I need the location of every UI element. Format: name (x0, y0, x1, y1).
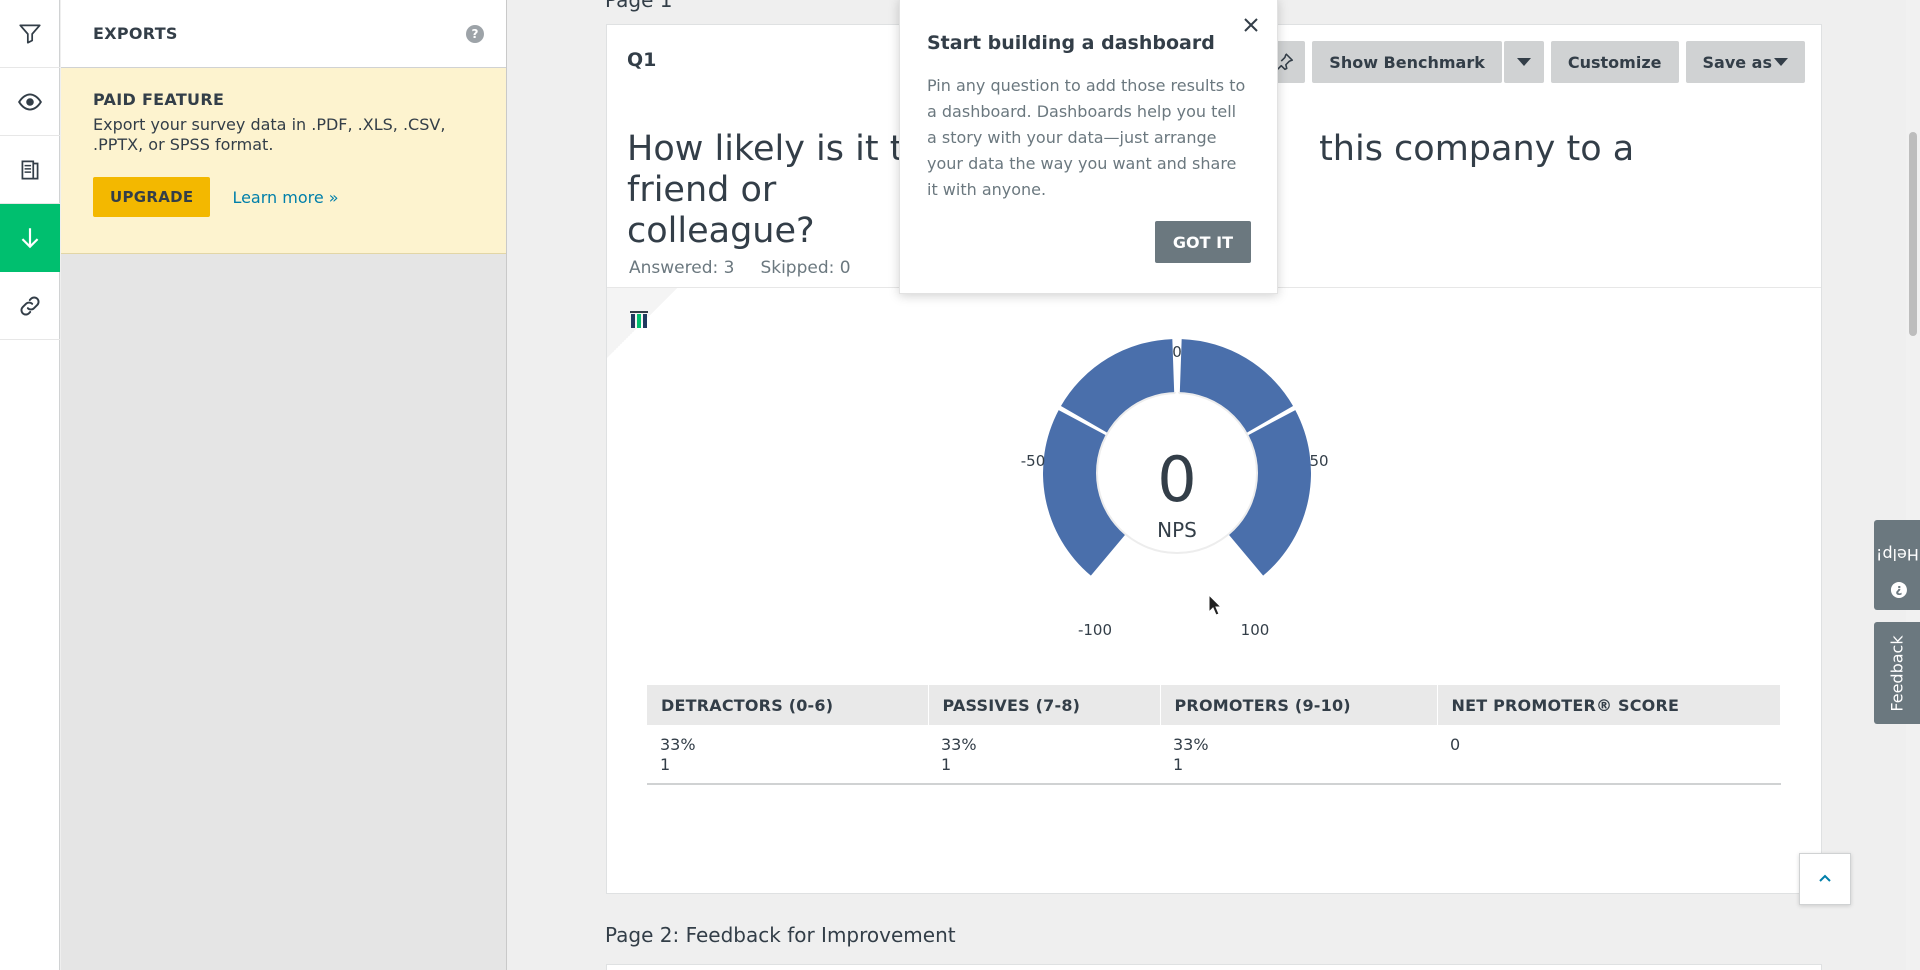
skipped-count: Skipped: 0 (760, 258, 851, 278)
question-text-line2: colleague? (627, 211, 815, 251)
benchmark-dropdown-button[interactable] (1503, 41, 1544, 83)
nps-score-label: NPS (1157, 518, 1197, 542)
popover-body: Pin any question to add those results to… (927, 76, 1246, 199)
upgrade-button[interactable]: UPGRADE (93, 177, 211, 217)
filter-button[interactable] (0, 0, 60, 68)
download-icon (21, 228, 39, 249)
cell-percent: 33% (1173, 735, 1209, 754)
book-icon (21, 159, 39, 180)
view-button[interactable] (0, 68, 60, 136)
answered-count: Answered: 3 (629, 258, 735, 278)
scrollbar[interactable] (1906, 0, 1920, 970)
help-icon[interactable]: ? (466, 24, 484, 43)
exports-button[interactable] (0, 204, 60, 272)
help-question-icon: ? (1890, 581, 1907, 598)
panel-title: EXPORTS (93, 24, 178, 43)
cell-percent: 33% (941, 735, 977, 754)
question-number: Q1 (627, 49, 657, 71)
learn-more-link[interactable]: Learn more » (232, 188, 338, 207)
help-tab[interactable]: ? Help! (1874, 520, 1920, 610)
icon-rail (0, 0, 60, 970)
column-header: PROMOTERS (9-10) (1160, 685, 1438, 725)
tick-label-0: 0 (1172, 343, 1182, 361)
cell-percent: 0 (1450, 735, 1461, 754)
eye-icon (18, 92, 42, 111)
popover-title: Start building a dashboard (927, 32, 1215, 54)
chevron-down-icon (1774, 58, 1788, 66)
column-header: NET PROMOTER® SCORE (1437, 685, 1781, 725)
tick-label-50: 50 (1309, 452, 1328, 470)
table-header-row: DETRACTORS (0-6) PASSIVES (7-8) PROMOTER… (647, 685, 1781, 725)
page-1-label: Page 1 (605, 0, 673, 12)
customize-button[interactable]: Customize (1550, 41, 1679, 83)
panel-header: EXPORTS ? (61, 0, 506, 68)
saved-views-button[interactable] (0, 136, 60, 204)
response-meta: Answered: 3 Skipped: 0 (629, 258, 851, 278)
table-cell: 33% 1 (1160, 725, 1437, 785)
save-as-button[interactable]: Save as (1685, 41, 1805, 83)
filter-icon (19, 23, 41, 44)
save-as-label: Save as (1702, 52, 1773, 72)
paid-feature-description: Export your survey data in .PDF, .XLS, .… (93, 115, 446, 154)
question-card-2 (606, 964, 1822, 970)
cell-count: 1 (941, 755, 952, 774)
show-benchmark-button[interactable]: Show Benchmark (1312, 41, 1502, 83)
help-tab-label: ? Help! (1876, 533, 1918, 598)
feedback-tab-label: Feedback (1887, 634, 1907, 712)
link-icon (20, 296, 40, 315)
cell-percent: 33% (660, 735, 696, 754)
column-header: DETRACTORS (0-6) (647, 685, 929, 725)
tick-label-100: 100 (1241, 621, 1270, 639)
paid-feature-box: PAID FEATURE Export your survey data in … (61, 68, 506, 254)
tick-label-neg100: -100 (1078, 621, 1112, 639)
chevron-up-icon (1819, 874, 1831, 882)
page-2-label: Page 2: Feedback for Improvement (605, 923, 956, 947)
got-it-button[interactable]: GOT IT (1154, 221, 1251, 263)
chart-type-badge[interactable] (607, 288, 677, 358)
help-tab-text: Help! (1875, 544, 1919, 564)
table-cell: 0 (1437, 725, 1781, 785)
table-row: 33% 1 33% 1 33% 1 0 (647, 725, 1781, 785)
scroll-to-top-button[interactable] (1799, 853, 1851, 905)
dashboard-popover: Start building a dashboard Pin any quest… (899, 0, 1278, 294)
question-toolbar: Show Benchmark Customize Save as (1263, 41, 1805, 83)
scrollbar-thumb[interactable] (1909, 132, 1917, 336)
share-link-button[interactable] (0, 272, 60, 340)
cell-count: 1 (1173, 755, 1184, 774)
tick-label-neg50: -50 (1021, 452, 1046, 470)
cell-count: 1 (660, 755, 671, 774)
nps-table: DETRACTORS (0-6) PASSIVES (7-8) PROMOTER… (647, 685, 1781, 785)
column-header: PASSIVES (7-8) (928, 685, 1161, 725)
mouse-cursor-icon (1208, 594, 1222, 616)
table-cell: 33% 1 (928, 725, 1160, 785)
paid-feature-title: PAID FEATURE (93, 90, 225, 109)
nps-gauge: 0 NPS 0 -50 50 -100 100 (1007, 315, 1347, 645)
feedback-tab[interactable]: Feedback (1874, 622, 1920, 724)
table-cell: 33% 1 (647, 725, 928, 785)
close-icon[interactable] (1243, 17, 1259, 33)
chevron-down-icon (1516, 58, 1531, 66)
exports-panel: EXPORTS ? PAID FEATURE Export your surve… (61, 0, 507, 970)
nps-chart-icon (630, 311, 648, 328)
nps-score: 0 (1157, 443, 1196, 516)
